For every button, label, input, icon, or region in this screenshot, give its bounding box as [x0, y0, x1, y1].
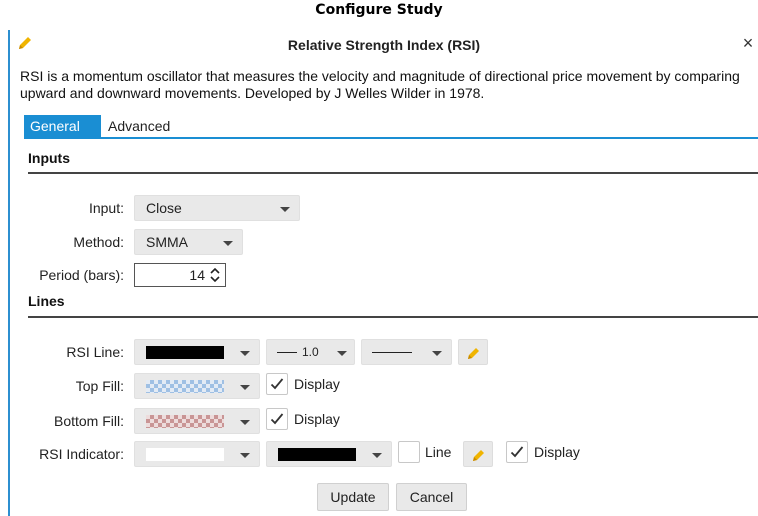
- chevron-down-icon: [280, 207, 290, 212]
- top-fill-display-label: Display: [294, 376, 340, 392]
- bottom-fill-label: Bottom Fill:: [53, 413, 124, 429]
- checkmark-icon: [270, 413, 284, 425]
- rsi-indicator-label: RSI Indicator:: [39, 446, 124, 462]
- rsi-line-color-select[interactable]: [134, 339, 260, 365]
- chevron-down-icon: [240, 351, 250, 356]
- study-description: RSI is a momentum oscillator that measur…: [20, 68, 740, 101]
- inputs-divider: [28, 172, 758, 174]
- lines-divider: [28, 316, 758, 318]
- bottom-fill-display-label: Display: [294, 411, 340, 427]
- color-swatch: [146, 415, 224, 428]
- line-width-value: 1.0: [302, 345, 319, 359]
- pencil-icon: [468, 348, 479, 359]
- top-fill-color-select[interactable]: [134, 373, 260, 399]
- method-label: Method:: [73, 234, 124, 250]
- period-label: Period (bars):: [39, 267, 124, 283]
- line-width-preview: [277, 352, 297, 353]
- rsi-indicator-line-checkbox[interactable]: [398, 441, 420, 463]
- rsi-line-style-select[interactable]: [361, 339, 452, 365]
- chevron-down-icon: [432, 351, 442, 356]
- rsi-indicator-edit-button[interactable]: [463, 441, 493, 467]
- chevron-down-icon: [223, 241, 233, 246]
- page-title: Configure Study: [315, 2, 443, 18]
- rsi-indicator-line-label: Line: [425, 444, 452, 460]
- checkmark-icon: [510, 446, 524, 458]
- method-select[interactable]: SMMA: [134, 229, 243, 255]
- top-fill-display-checkbox[interactable]: [266, 373, 288, 395]
- rsi-indicator-color2-select[interactable]: [266, 441, 392, 467]
- color-swatch: [146, 346, 224, 359]
- input-select-value: Close: [146, 200, 182, 216]
- bottom-fill-color-select[interactable]: [134, 408, 260, 434]
- lines-section-title: Lines: [28, 293, 65, 309]
- input-label: Input:: [88, 200, 124, 216]
- rsi-indicator-display-label: Display: [534, 444, 580, 460]
- dialog-titlebar: Relative Strength Index (RSI) ×: [10, 30, 758, 60]
- tab-general[interactable]: General: [24, 115, 101, 137]
- line-style-preview: [372, 352, 412, 353]
- top-fill-label: Top Fill:: [75, 378, 124, 394]
- color-swatch: [146, 448, 224, 461]
- input-select[interactable]: Close: [134, 195, 300, 221]
- rsi-line-width-select[interactable]: 1.0: [266, 339, 355, 365]
- tab-underline: [24, 137, 758, 139]
- pencil-icon: [473, 450, 484, 461]
- bottom-fill-display-checkbox[interactable]: [266, 408, 288, 430]
- chevron-down-icon: [240, 385, 250, 390]
- rsi-line-label: RSI Line:: [66, 344, 124, 360]
- period-value: 14: [189, 267, 205, 283]
- chevron-down-icon: [337, 351, 347, 356]
- rsi-indicator-color1-select[interactable]: [134, 441, 260, 467]
- chevron-down-icon: [372, 453, 382, 458]
- period-input[interactable]: 14: [134, 263, 226, 287]
- chevron-down-icon: [240, 453, 250, 458]
- cancel-button[interactable]: Cancel: [396, 483, 467, 511]
- tab-advanced[interactable]: Advanced: [102, 115, 192, 137]
- close-icon[interactable]: ×: [740, 33, 756, 53]
- rsi-indicator-display-checkbox[interactable]: [506, 441, 528, 463]
- update-button[interactable]: Update: [317, 483, 389, 511]
- spinner-icon[interactable]: [210, 268, 220, 282]
- rsi-line-edit-button[interactable]: [458, 339, 488, 365]
- color-swatch: [278, 448, 356, 461]
- inputs-section-title: Inputs: [28, 150, 70, 166]
- chevron-down-icon: [240, 420, 250, 425]
- checkmark-icon: [270, 378, 284, 390]
- configure-study-dialog: Relative Strength Index (RSI) × RSI is a…: [8, 30, 758, 516]
- color-swatch: [146, 380, 224, 393]
- method-select-value: SMMA: [146, 234, 188, 250]
- dialog-title: Relative Strength Index (RSI): [287, 37, 481, 53]
